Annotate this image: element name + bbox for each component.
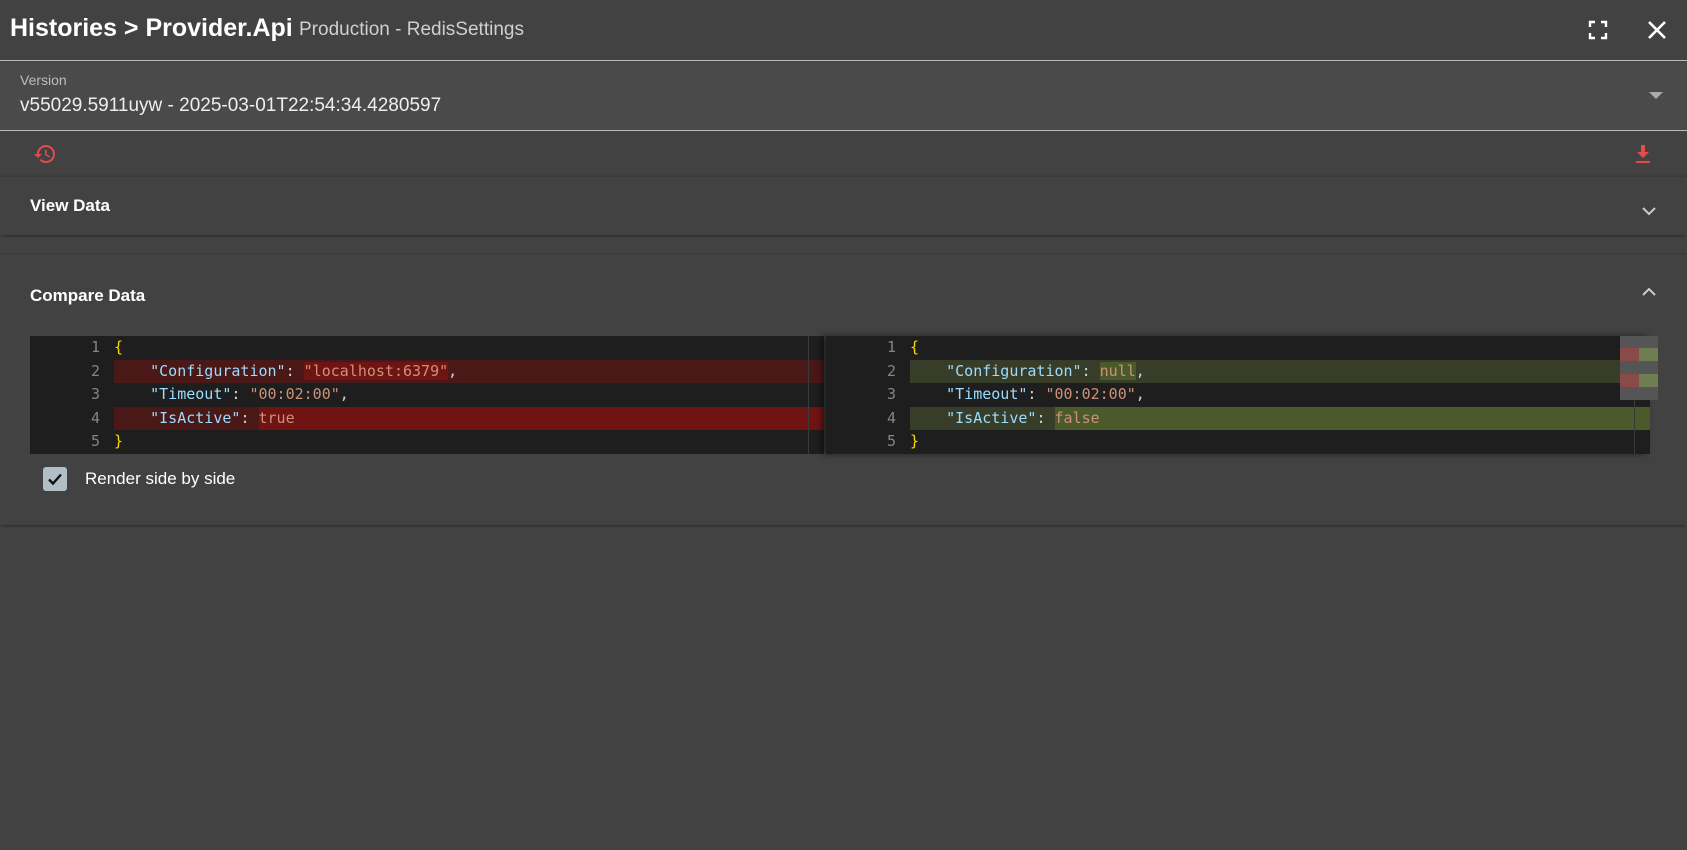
code-line: 3 "Timeout": "00:02:00", (30, 383, 824, 407)
chevron-up-icon[interactable] (1639, 282, 1659, 302)
dialog-title: Histories > Provider.Api (10, 14, 293, 42)
json-value: false (1054, 408, 1100, 427)
diff-modified-pane[interactable]: 1{2 "Configuration": null, 3 "Timeout": "… (826, 336, 1650, 454)
code-line: 2 "Configuration": null, (826, 359, 1650, 384)
json-comma: , (1135, 361, 1145, 380)
compare-data-title[interactable]: Compare Data (30, 286, 145, 306)
changed-token-extension (1055, 406, 1650, 431)
json-value: "00:02:00" (1045, 385, 1136, 404)
code-line: 3 "Timeout": "00:02:00", (826, 383, 1650, 407)
view-data-panel[interactable]: View Data (0, 177, 1687, 235)
json-brace: } (910, 432, 920, 451)
fullscreen-button[interactable] (1582, 14, 1614, 46)
diff-original-pane[interactable]: 1{2 "Configuration": "localhost:6379", 3 … (30, 336, 824, 454)
dialog-header: Histories > Provider.Api Production - Re… (0, 0, 1687, 61)
dropdown-caret-icon[interactable] (1649, 92, 1663, 99)
json-comma: , (1135, 385, 1145, 404)
json-colon: : (240, 408, 259, 427)
fullscreen-icon (1588, 20, 1608, 40)
json-value: true (258, 408, 295, 427)
json-colon: : (1027, 385, 1046, 404)
line-number: 5 (90, 432, 100, 451)
json-colon: : (1081, 361, 1100, 380)
json-key: "IsActive" (946, 408, 1037, 427)
json-brace: { (114, 338, 124, 356)
json-colon: : (285, 361, 304, 380)
line-code: { (114, 336, 123, 360)
history-icon (34, 145, 55, 163)
code-line: 5} (826, 430, 1650, 454)
line-code: "Configuration": "localhost:6379", (114, 360, 457, 384)
line-number: 4 (90, 408, 100, 427)
line-code: { (910, 336, 919, 360)
line-number: 2 (90, 361, 100, 380)
download-button[interactable] (1631, 142, 1655, 166)
overview-added-mark (1639, 348, 1658, 361)
download-icon (1636, 145, 1650, 163)
line-number: 1 (90, 338, 100, 356)
code-line: 1{ (30, 336, 824, 360)
close-button[interactable] (1641, 14, 1673, 46)
line-number: 2 (886, 361, 896, 380)
code-line: 5} (30, 430, 824, 454)
json-brace: { (910, 338, 920, 356)
overview-removed-mark (1620, 374, 1639, 387)
line-code: } (910, 430, 919, 454)
code-line: 1{ (826, 336, 1650, 360)
json-comma: , (448, 361, 458, 380)
json-comma: , (339, 385, 349, 404)
line-number: 4 (886, 408, 896, 427)
line-code: "IsActive": false (910, 407, 1100, 431)
json-key: "Timeout" (150, 385, 232, 404)
changed-token-extension (259, 406, 824, 431)
toolbar (0, 132, 1687, 176)
json-value: "00:02:00" (249, 385, 340, 404)
json-key: "Timeout" (946, 385, 1028, 404)
line-number: 3 (886, 385, 896, 404)
json-key: "Configuration" (946, 361, 1082, 380)
json-value: null (1099, 361, 1136, 380)
line-code: } (114, 430, 123, 454)
dialog-subtitle: Production - RedisSettings (299, 19, 524, 40)
json-key: "IsActive" (150, 408, 241, 427)
line-number: 5 (886, 432, 896, 451)
view-data-title: View Data (30, 196, 111, 215)
version-select[interactable]: Version v55029.5911uyw - 2025-03-01T22:5… (0, 62, 1687, 131)
version-label: Version (20, 72, 67, 88)
close-icon (1648, 21, 1666, 39)
json-value: "localhost:6379" (303, 361, 449, 380)
code-line: 4 "IsActive": false (826, 406, 1650, 431)
json-brace: } (114, 432, 124, 451)
json-colon: : (231, 385, 250, 404)
diff-overview-ruler[interactable] (1620, 336, 1658, 400)
line-code: "Timeout": "00:02:00", (910, 383, 1145, 407)
code-line: 4 "IsActive": true (30, 406, 824, 431)
checkmark-icon (48, 473, 62, 486)
line-number: 1 (886, 338, 896, 356)
diff-editor[interactable]: 1{2 "Configuration": "localhost:6379", 3 … (30, 336, 1658, 454)
chevron-down-icon[interactable] (1639, 201, 1659, 221)
line-code: "IsActive": true (114, 407, 295, 431)
json-colon: : (1036, 408, 1055, 427)
overview-removed-mark (1620, 348, 1639, 361)
overview-added-mark (1639, 374, 1658, 387)
restore-version-button[interactable] (33, 142, 57, 166)
version-value: v55029.5911uyw - 2025-03-01T22:54:34.428… (20, 95, 442, 116)
line-code: "Configuration": null, (910, 360, 1145, 384)
json-key: "Configuration" (150, 361, 286, 380)
render-side-by-side-checkbox[interactable] (43, 467, 67, 491)
code-line: 2 "Configuration": "localhost:6379", (30, 359, 824, 384)
line-code: "Timeout": "00:02:00", (114, 383, 349, 407)
render-side-by-side-label: Render side by side (85, 469, 236, 488)
render-side-by-side-option[interactable]: Render side by side (43, 467, 235, 491)
line-number: 3 (90, 385, 100, 404)
original-scroll-ruler (808, 336, 809, 454)
